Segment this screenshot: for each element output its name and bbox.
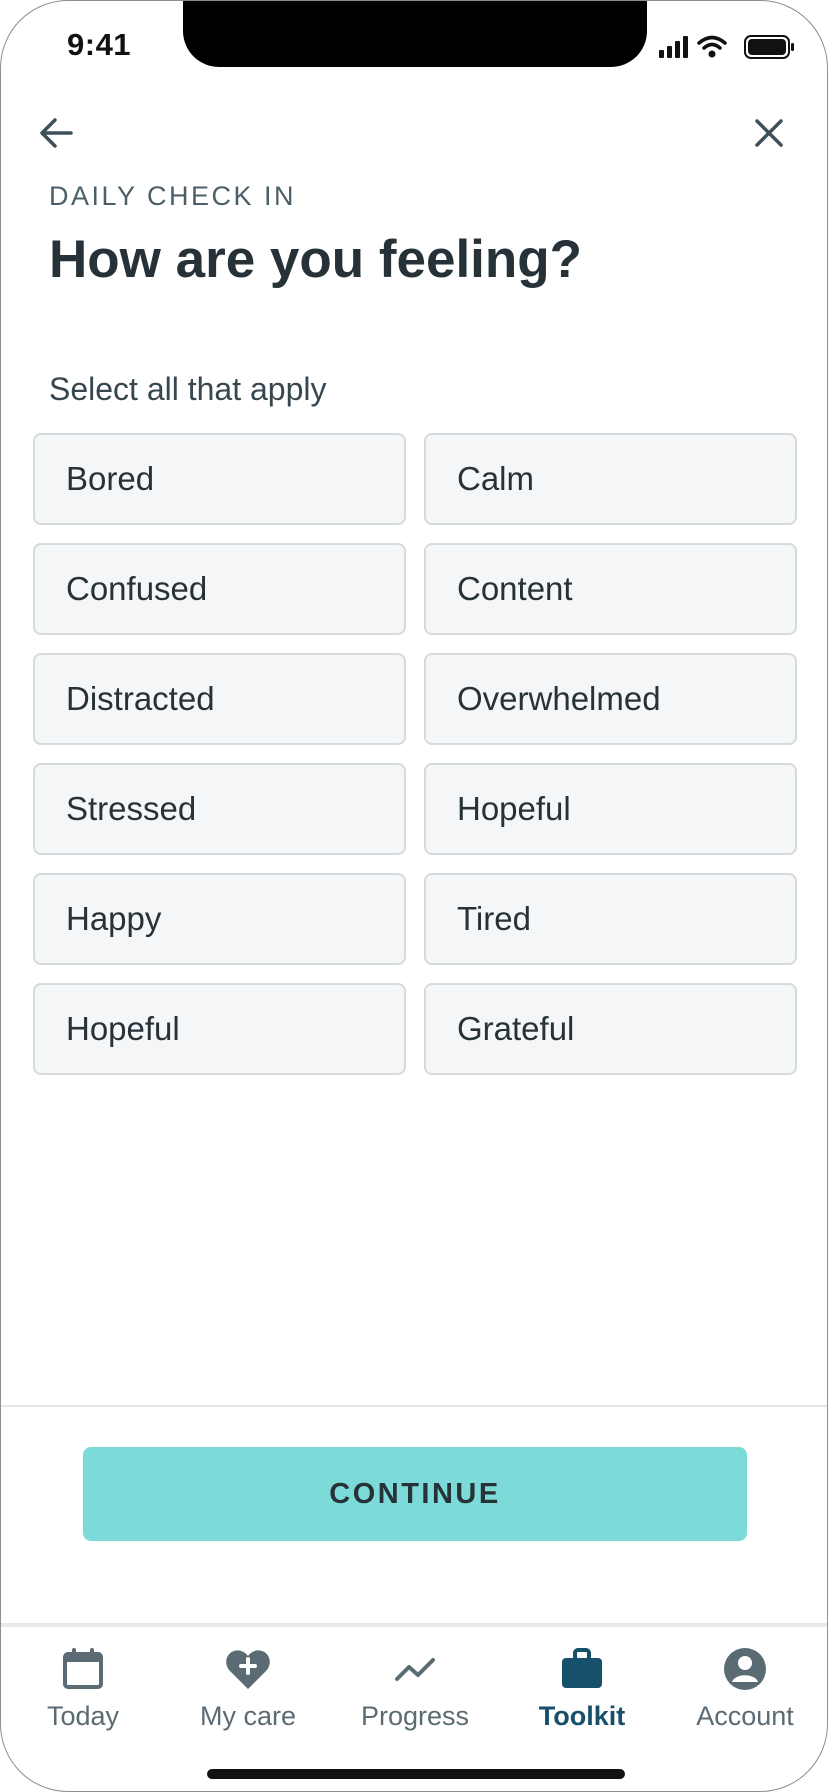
option-confused[interactable]: Confused [33,543,406,635]
option-bored[interactable]: Bored [33,433,406,525]
home-indicator[interactable] [207,1769,625,1779]
arrow-left-icon [40,118,73,148]
option-tired[interactable]: Tired [424,873,797,965]
heart-plus-icon [226,1650,270,1689]
briefcase-icon [562,1648,602,1688]
section-eyebrow: DAILY CHECK IN [49,181,297,211]
tab-progress-label: Progress [360,1701,470,1731]
device-notch [183,1,647,67]
option-grateful[interactable]: Grateful [424,983,797,1075]
option-stressed[interactable]: Stressed [33,763,406,855]
user-icon [724,1648,766,1690]
close-button[interactable] [745,109,793,157]
tab-account[interactable]: Account [665,1645,825,1745]
tab-my-care-label: My care [199,1701,297,1731]
battery-icon [744,35,794,59]
select-instruction: Select all that apply [49,371,327,407]
tab-account-label: Account [696,1701,794,1731]
footer-divider [1,1405,827,1407]
signal-icon [659,36,688,58]
option-distracted[interactable]: Distracted [33,653,406,745]
wifi-icon [697,35,727,58]
option-hopeful-2[interactable]: Hopeful [33,983,406,1075]
bottom-tab-bar: Today My care Progress Toolkit Account [1,1627,827,1757]
tab-toolkit-label: Toolkit [538,1701,626,1731]
feeling-options-grid: Bored Calm Confused Content Distracted O… [33,433,797,1075]
page-title: How are you feeling? [49,230,583,289]
device-frame: 9:41 DAILY CHECK IN How are you feeling?… [0,0,828,1792]
tab-progress[interactable]: Progress [335,1645,495,1745]
tab-my-care[interactable]: My care [168,1645,328,1745]
tab-toolkit[interactable]: Toolkit [502,1645,662,1745]
option-calm[interactable]: Calm [424,433,797,525]
close-icon [755,119,783,147]
status-time: 9:41 [67,27,132,62]
tab-today-label: Today [46,1701,120,1731]
option-hopeful[interactable]: Hopeful [424,763,797,855]
tab-today[interactable]: Today [3,1645,163,1745]
continue-button[interactable]: CONTINUE [83,1447,747,1541]
back-button[interactable] [33,109,81,157]
option-overwhelmed[interactable]: Overwhelmed [424,653,797,745]
status-icons [659,35,794,59]
option-happy[interactable]: Happy [33,873,406,965]
trend-icon [395,1658,435,1681]
option-content[interactable]: Content [424,543,797,635]
calendar-icon [63,1648,103,1689]
